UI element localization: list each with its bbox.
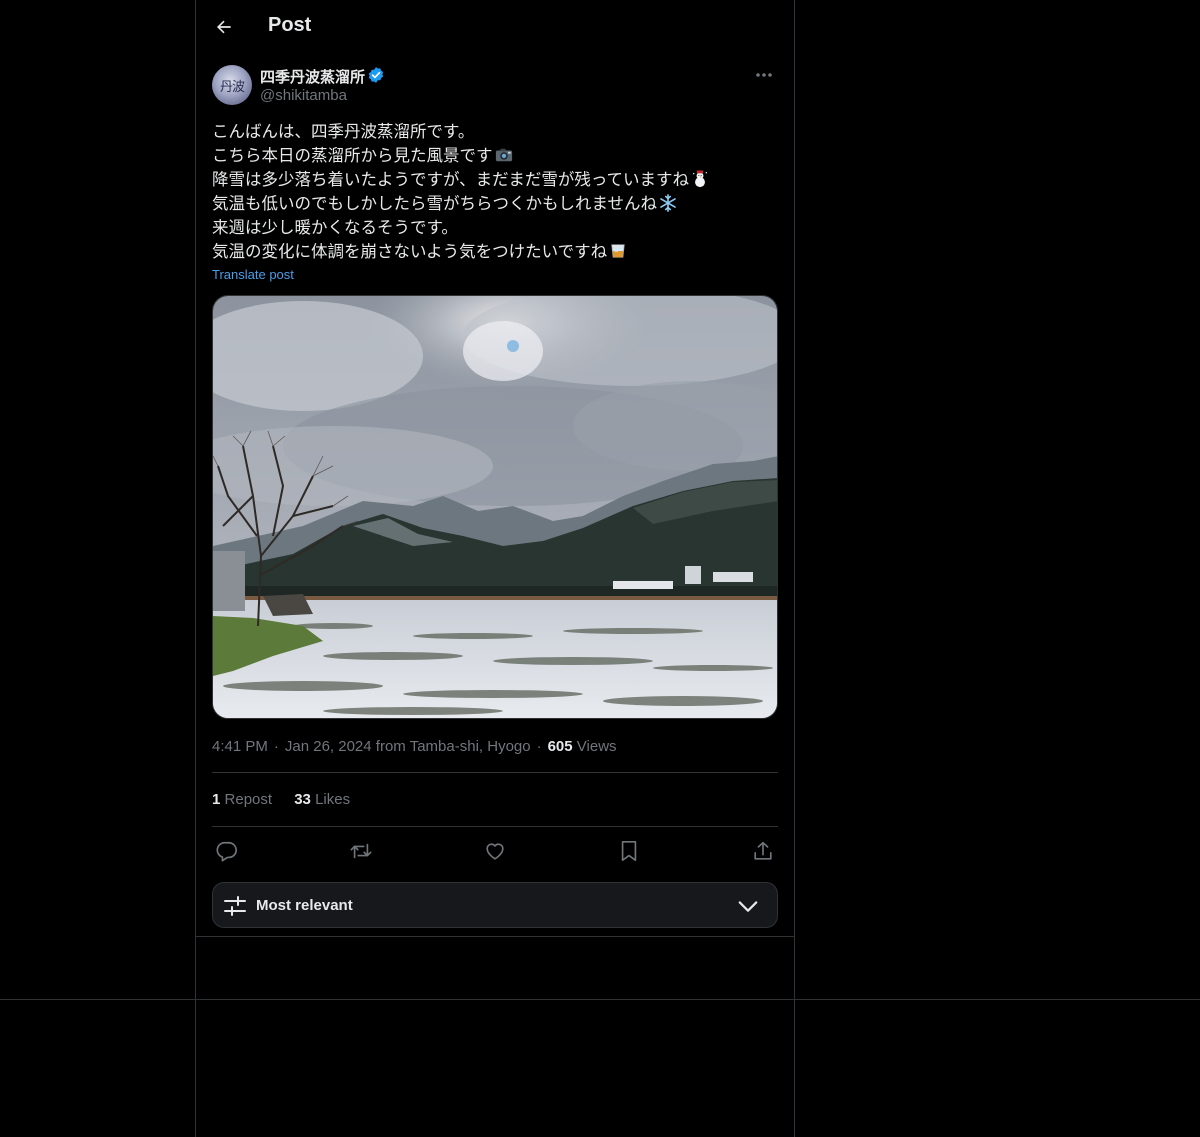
back-arrow-icon xyxy=(217,20,231,34)
post-photo[interactable] xyxy=(212,295,778,719)
post-metadata: 4:41 PM · Jan 26, 2024 from Tamba-shi, Hyo… xyxy=(212,738,617,755)
repost-button[interactable] xyxy=(346,834,376,868)
post-text-line-content: こんばんは、四季丹波蒸溜所です。 xyxy=(212,122,475,141)
share-button[interactable] xyxy=(748,834,778,868)
divider xyxy=(212,772,778,773)
post-text-line-content: 来週は少し暖かくなるそうです。 xyxy=(212,218,458,237)
post-text-line: こんばんは、四季丹波蒸溜所です。 xyxy=(212,120,778,144)
post-text-line: 気温の変化に体調を崩さないよう気をつけたいですね xyxy=(212,240,778,264)
more-options-button[interactable] xyxy=(750,64,778,86)
translate-post-link[interactable]: Translate post xyxy=(212,267,294,282)
chevron-down-icon xyxy=(738,901,758,912)
location-from-label: from xyxy=(375,738,406,755)
more-horizontal-icon xyxy=(756,73,772,77)
bookmark-button[interactable] xyxy=(614,834,644,868)
snowy-landscape-image xyxy=(213,296,777,718)
snowman-emoji-icon xyxy=(692,170,708,188)
reply-button[interactable] xyxy=(212,834,242,868)
bookmark-icon xyxy=(621,841,637,861)
post-text-line-content: 気温の変化に体調を崩さないよう気をつけたいですね xyxy=(212,242,608,261)
post-text-line-content: 降雪は多少落ち着いたようですが、まだまだ雪が残っていますね xyxy=(212,170,690,189)
reply-sort-dropdown[interactable]: Most relevant xyxy=(212,882,778,928)
post-text-line: 来週は少し暖かくなるそうです。 xyxy=(212,216,778,240)
author-handle[interactable]: @shikitamba xyxy=(260,87,347,104)
likes-stat[interactable]: 33 Likes xyxy=(294,791,350,808)
post-detail-column: Post 丹波 四季丹波蒸溜所 @shikitamba こんばんは、四季丹波蒸溜… xyxy=(196,0,794,937)
reposts-label: Repost xyxy=(224,791,273,808)
page-title: Post xyxy=(268,14,312,36)
whisky-glass-emoji-icon xyxy=(611,244,625,258)
avatar[interactable]: 丹波 xyxy=(212,65,252,105)
post-date[interactable]: Jan 26, 2024 xyxy=(285,738,372,755)
likes-count: 33 xyxy=(294,791,311,808)
post-text-line: 降雪は多少落ち着いたようですが、まだまだ雪が残っていますね xyxy=(212,168,778,192)
reposts-count: 1 xyxy=(212,791,221,808)
post-time[interactable]: 4:41 PM xyxy=(212,738,268,755)
reply-icon xyxy=(216,841,237,862)
like-button[interactable] xyxy=(480,834,510,868)
page-header: Post xyxy=(196,0,794,54)
meta-separator: · xyxy=(273,738,279,755)
post-location[interactable]: Tamba-shi, Hyogo xyxy=(410,738,531,755)
meta-separator: · xyxy=(536,738,542,755)
reposts-stat[interactable]: 1 Repost xyxy=(212,791,272,808)
column-right-border xyxy=(794,0,795,1137)
like-icon xyxy=(486,843,504,860)
snowflake-emoji-icon xyxy=(660,194,676,212)
divider xyxy=(212,826,778,827)
author-display-name[interactable]: 四季丹波蒸溜所 xyxy=(260,66,365,87)
sort-label: Most relevant xyxy=(256,897,353,914)
post-stats: 1 Repost 33 Likes xyxy=(212,791,350,808)
share-icon xyxy=(754,841,772,860)
camera-emoji-icon xyxy=(495,148,512,162)
verified-badge-icon xyxy=(368,67,384,83)
views-label: Views xyxy=(576,738,617,755)
post-actions-bar xyxy=(212,834,778,868)
back-button[interactable] xyxy=(206,9,242,45)
post-text-line-content: こちら本日の蒸溜所から見た風景です xyxy=(212,146,493,165)
post-text: こんばんは、四季丹波蒸溜所です。 こちら本日の蒸溜所から見た風景です 降雪は多少… xyxy=(212,120,778,264)
avatar-logo: 丹波 xyxy=(219,79,245,95)
post-text-line: 気温も低いのでもしかしたら雪がちらつくかもしれませんね xyxy=(212,192,778,216)
post-author: 丹波 四季丹波蒸溜所 @shikitamba xyxy=(212,64,778,108)
views-count: 605 xyxy=(547,738,573,755)
repost-icon xyxy=(350,843,372,859)
post-text-line-content: 気温も低いのでもしかしたら雪がちらつくかもしれませんね xyxy=(212,194,658,213)
likes-label: Likes xyxy=(315,791,351,808)
filter-sliders-icon xyxy=(224,896,246,916)
lower-divider xyxy=(0,999,1200,1000)
post-text-line: こちら本日の蒸溜所から見た風景です xyxy=(212,144,778,168)
